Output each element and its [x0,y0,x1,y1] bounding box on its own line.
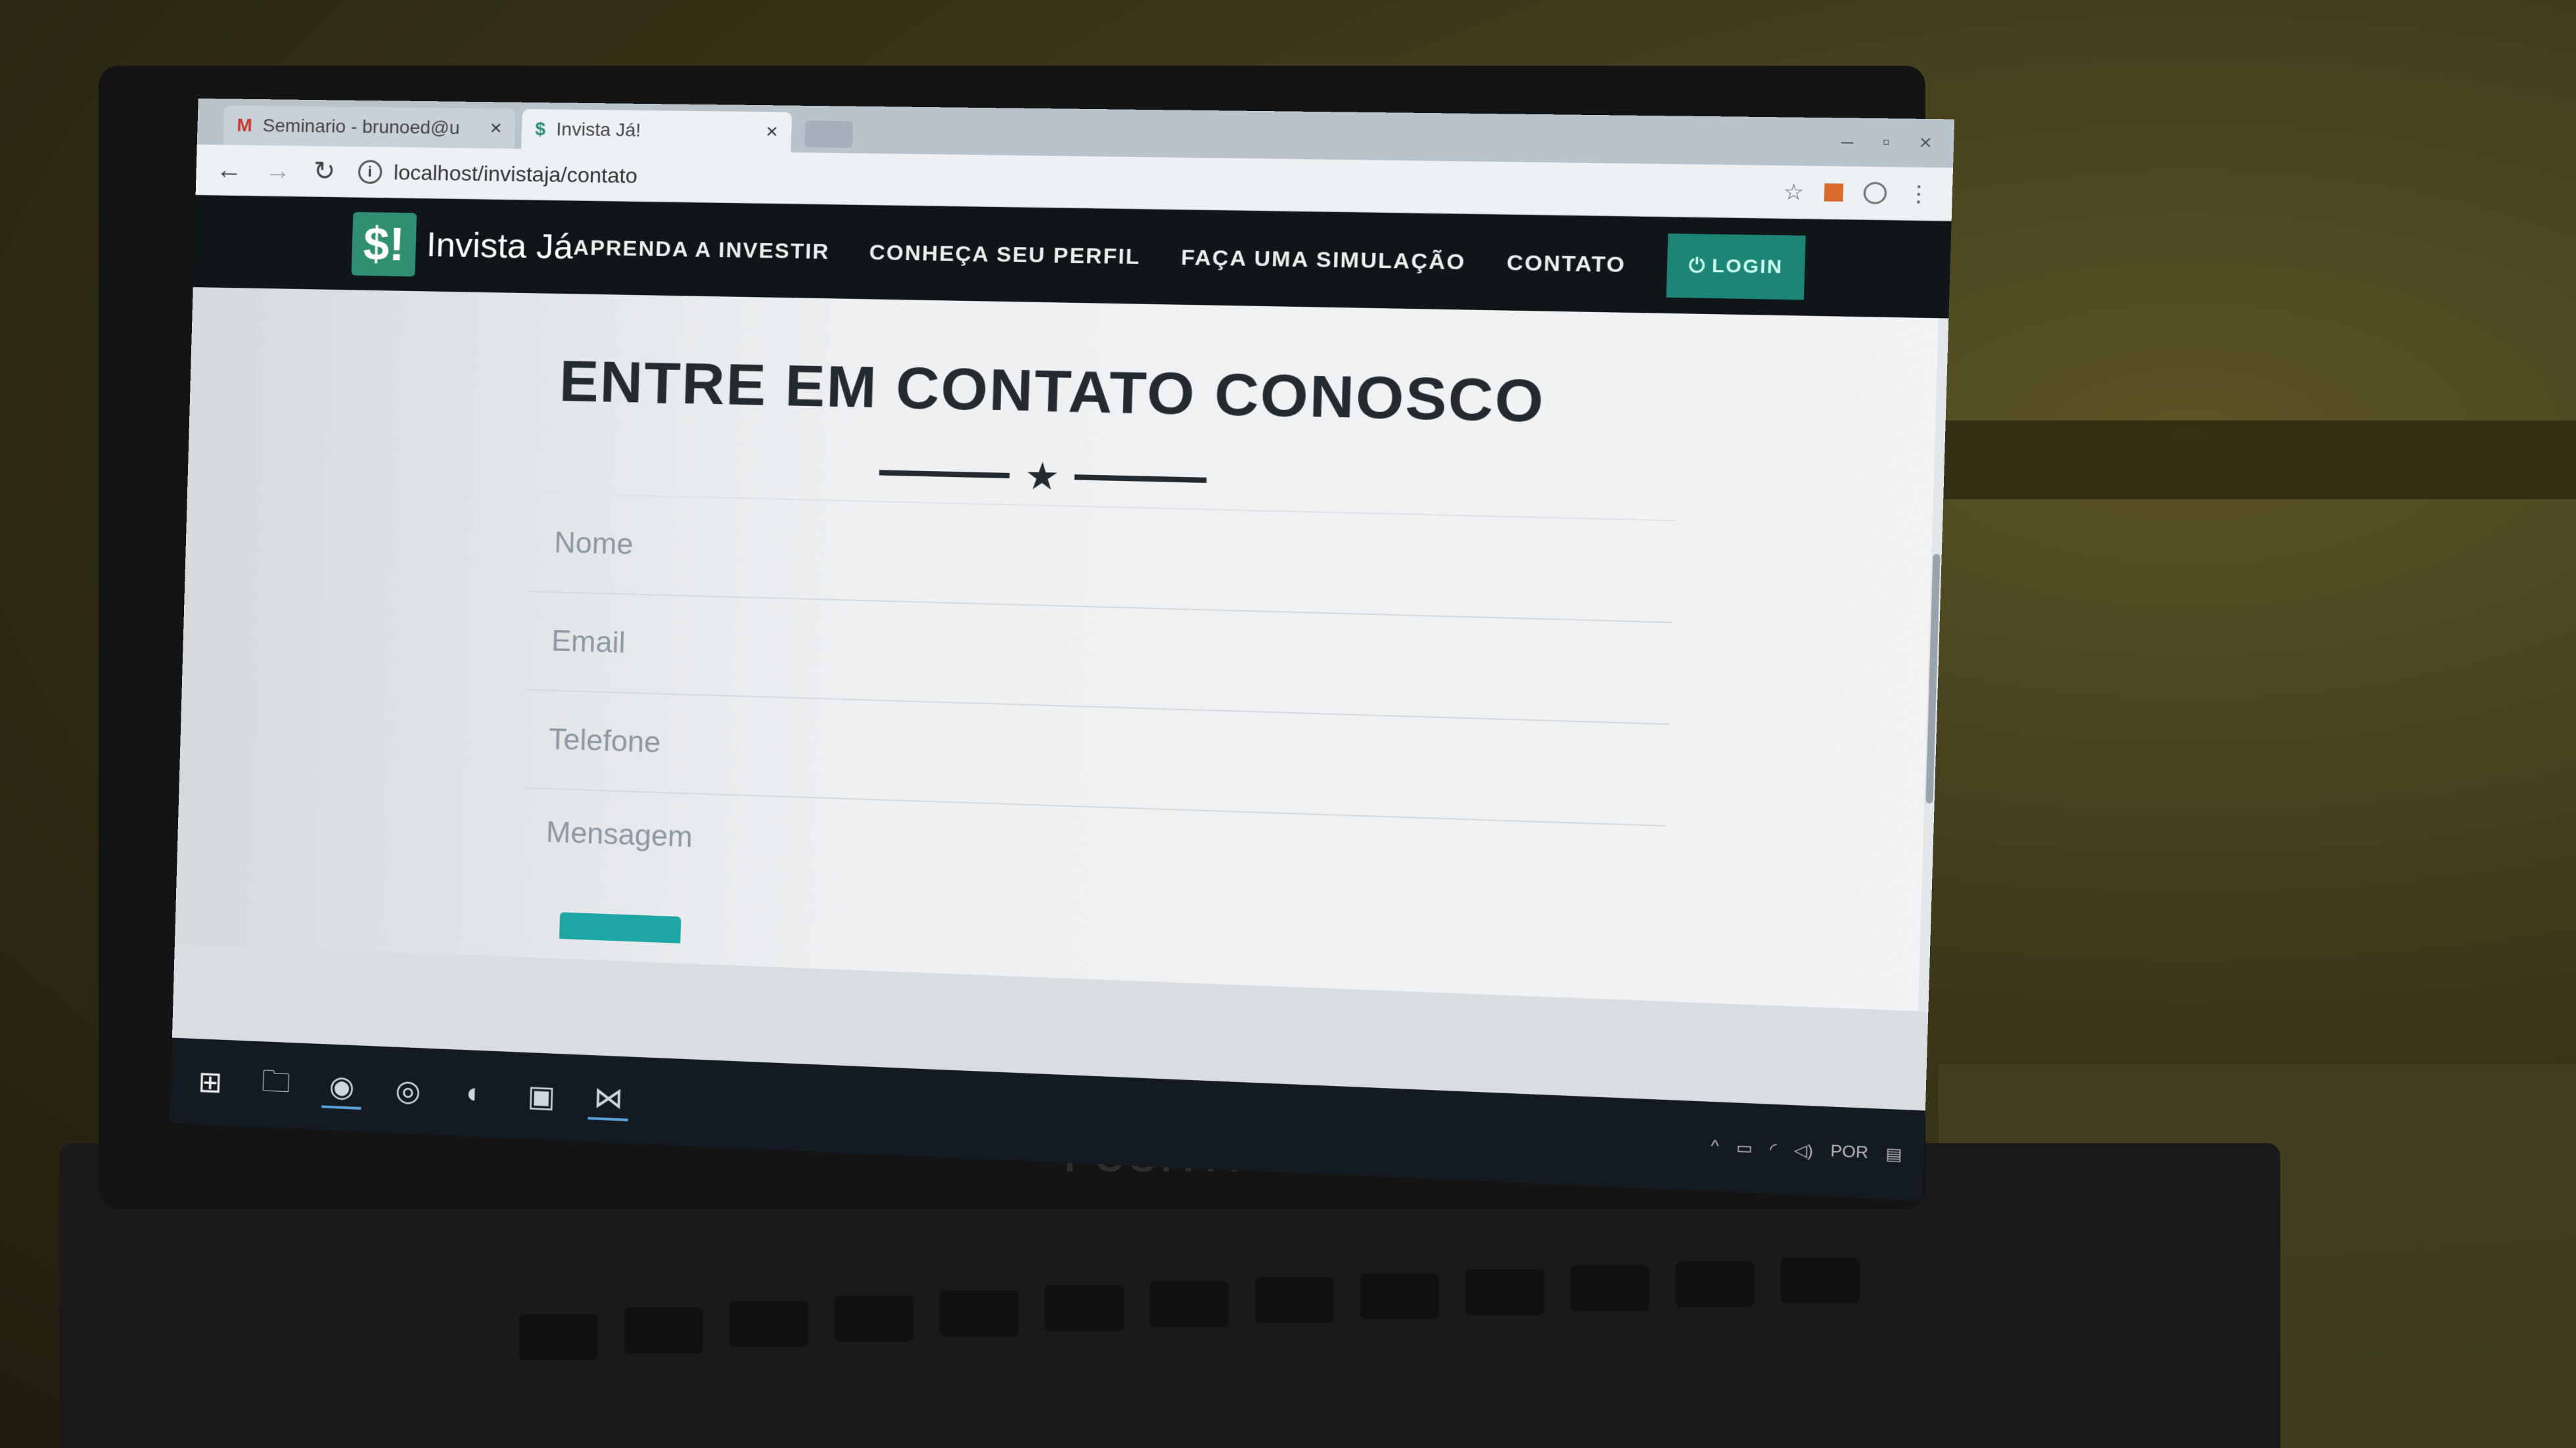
visual-studio-icon[interactable]: ⋈ [587,1077,629,1121]
system-tray: ^ ▭ ◜ ◁) POR ▤ [1711,1137,1902,1165]
keyboard-key [1360,1273,1439,1319]
keyboard-key [1150,1281,1229,1327]
logo-mark: $! [352,212,417,277]
background-shelf [1906,420,2576,499]
contact-section: ENTRE EM CONTATO CONOSCO ★ [175,287,1948,1012]
keyboard-key [729,1301,808,1347]
site-logo[interactable]: $! Invista Já [352,212,574,279]
name-input[interactable] [530,525,1674,589]
message-field-row [518,788,1666,1005]
keyboard-key [835,1296,913,1342]
reload-icon[interactable]: ↻ [313,156,336,187]
keyboard-key [1571,1265,1649,1311]
scrollbar-thumb[interactable] [1925,554,1940,803]
contact-form [518,493,1675,1006]
chevron-up-icon[interactable]: ^ [1711,1137,1719,1156]
minimize-icon[interactable]: – [1841,130,1853,154]
keyboard-key [1676,1261,1755,1307]
divider-line [1074,474,1207,483]
tab-gmail[interactable]: M Seminario - brunoed@u × [223,105,516,148]
extension-icon[interactable] [1863,182,1887,204]
notification-icon[interactable]: ▤ [1885,1144,1902,1165]
url-text: localhost/invistaja/contato [394,160,638,189]
star-icon: ★ [1024,457,1060,496]
login-label: LOGIN [1712,255,1783,278]
nav-aprenda-a-investir[interactable]: APRENDA A INVESTIR [573,235,830,264]
close-window-icon[interactable]: × [1919,131,1932,155]
keyboard-key [940,1290,1019,1336]
paint-icon[interactable]: ◐ [454,1073,495,1114]
tab-invista-ja[interactable]: $ Invista Já! × [521,109,792,152]
new-tab-button[interactable] [804,120,853,148]
divider-line [879,470,1010,478]
nav-faca-uma-simulacao[interactable]: FAÇA UMA SIMULAÇÃO [1181,244,1466,274]
login-button[interactable]: ⏻ LOGIN [1667,233,1806,300]
menu-dots-icon[interactable]: ⋮ [1907,181,1931,208]
language-indicator[interactable]: POR [1830,1142,1868,1163]
login-icon: ⏻ [1688,254,1706,277]
keyboard-key [1465,1269,1544,1315]
extension-icon[interactable] [1824,183,1843,202]
info-icon[interactable]: i [357,160,382,184]
email-input[interactable] [527,623,1671,691]
battery-icon[interactable]: ▭ [1736,1138,1753,1158]
title-divider: ★ [879,454,1207,499]
keyboard-key [1255,1277,1334,1323]
file-explorer-icon[interactable]: 🗀 [256,1064,296,1106]
tab-label: Invista Já! [556,119,641,141]
forward-arrow-icon[interactable]: → [264,156,291,186]
windows-start-icon[interactable]: ⊞ [190,1062,231,1103]
send-button[interactable] [559,912,681,943]
app-icon[interactable]: ◎ [388,1070,428,1111]
page-title: ENTRE EM CONTATO CONOSCO [190,340,1947,445]
site-favicon-icon: $ [535,118,546,140]
laptop-screen: M Seminario - brunoed@u × $ Invista Já! … [170,99,1954,1201]
nav-conheca-seu-perfil[interactable]: CONHEÇA SEU PERFIL [869,240,1141,269]
close-icon[interactable]: × [766,121,778,144]
site-menu: APRENDA A INVESTIR CONHEÇA SEU PERFIL FA… [572,216,1806,300]
maximize-icon[interactable]: ▫ [1882,131,1891,154]
keyboard-key [624,1307,703,1353]
powerpoint-icon[interactable]: ▣ [520,1075,562,1117]
close-icon[interactable]: × [490,117,502,140]
star-icon[interactable]: ☆ [1783,179,1805,205]
back-arrow-icon[interactable]: ← [216,155,242,185]
volume-icon[interactable]: ◁) [1794,1140,1814,1161]
keyboard-key [1045,1285,1124,1331]
keyboard-key [519,1314,598,1360]
logo-text: Invista Já [426,225,574,267]
keyboard-key [1781,1257,1860,1303]
network-icon[interactable]: ◜ [1770,1139,1777,1160]
gmail-icon: M [237,115,252,136]
chrome-icon[interactable]: ◉ [321,1066,362,1110]
nav-contato[interactable]: CONTATO [1506,250,1626,277]
tab-label: Seminario - brunoed@u [262,115,460,139]
phone-input[interactable] [524,721,1668,793]
